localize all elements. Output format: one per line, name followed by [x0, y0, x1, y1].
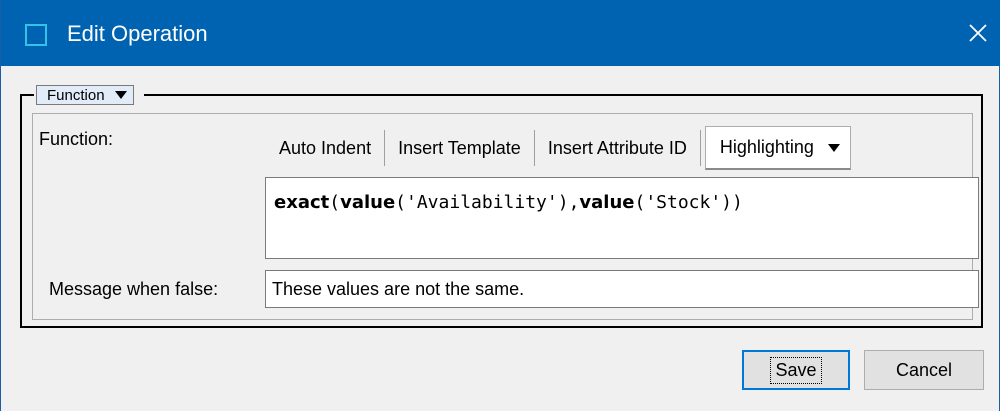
group-header: Function — [34, 84, 144, 106]
toolbar-separator — [699, 130, 701, 166]
auto-indent-button[interactable]: Auto Indent — [266, 137, 384, 159]
code-keyword: value — [340, 192, 396, 213]
function-group: Function Function: Auto Indent Insert Te… — [20, 84, 983, 328]
dialog-title: Edit Operation — [67, 21, 208, 46]
insert-attribute-id-button[interactable]: Insert Attribute ID — [535, 137, 700, 159]
chevron-down-icon — [114, 91, 127, 99]
message-value: These values are not the same. — [272, 278, 525, 299]
mode-dropdown[interactable]: Function — [36, 85, 134, 105]
code-keyword: exact — [274, 192, 330, 213]
code-text: ('Stock')) — [634, 192, 743, 213]
code-keyword: value — [579, 192, 635, 213]
close-button[interactable] — [955, 0, 1000, 66]
function-label: Function: — [39, 129, 114, 149]
cancel-button[interactable]: Cancel — [864, 350, 984, 390]
message-when-false-input[interactable]: These values are not the same. — [265, 270, 979, 308]
title-bar: Edit Operation — [1, 0, 1000, 66]
code-text: ('Availability'), — [395, 192, 580, 213]
editor-toolbar: Auto Indent Insert Template Insert Attri… — [266, 122, 966, 174]
function-panel: Function: Auto Indent Insert Template In… — [32, 113, 979, 320]
highlighting-label: Highlighting — [719, 137, 814, 157]
code-text: ( — [329, 192, 341, 213]
mode-dropdown-value: Function — [47, 86, 105, 104]
save-button-label: Save — [770, 356, 822, 384]
window-icon — [25, 24, 47, 46]
highlighting-dropdown[interactable]: Highlighting — [704, 126, 851, 170]
edit-operation-dialog: Edit Operation Function Function: Auto I… — [0, 0, 1000, 411]
insert-template-button[interactable]: Insert Template — [385, 137, 534, 159]
message-label: Message when false: — [49, 279, 219, 299]
function-code-editor[interactable]: exact(value('Availability'),value('Stock… — [265, 177, 979, 259]
chevron-down-icon — [827, 143, 840, 152]
close-icon — [969, 24, 987, 42]
save-button[interactable]: Save — [742, 350, 850, 390]
cancel-button-label: Cancel — [895, 359, 953, 380]
